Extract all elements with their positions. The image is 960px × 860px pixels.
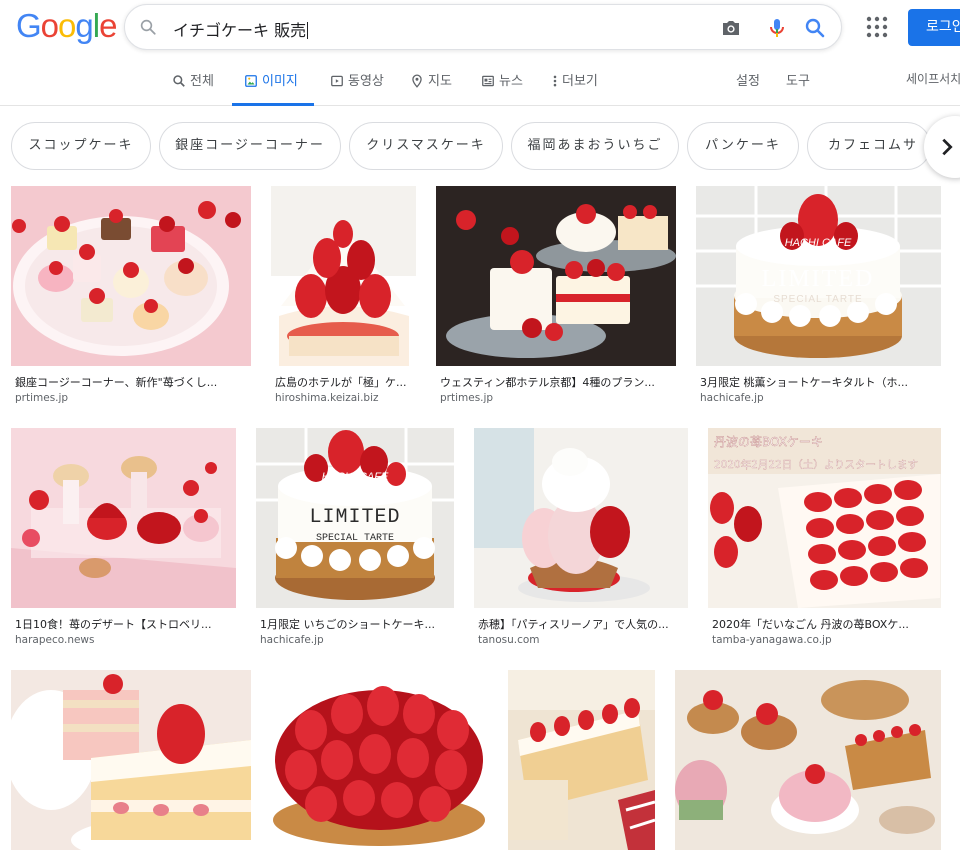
search-input[interactable]: イチゴケーキ 販売 [173, 17, 309, 41]
login-button[interactable]: 로그인 [908, 9, 960, 46]
result-thumbnail[interactable] [474, 428, 688, 608]
result-source[interactable]: tanosu.com [478, 634, 540, 646]
image-result[interactable]: 広島のホテルが「極」ケ... hiroshima.keizai.biz [271, 186, 416, 410]
image-result[interactable] [11, 670, 251, 850]
tab-videos-label: 동영상 [348, 74, 384, 89]
result-source[interactable]: tamba-yanagawa.co.jp [712, 634, 832, 646]
result-thumbnail[interactable]: 丹波の苺BOXケーキ 2020年2月22日（土）よりスタートします [708, 428, 941, 608]
result-thumbnail[interactable] [11, 670, 251, 850]
search-query-text: イチゴケーキ 販売 [173, 21, 307, 40]
month-text: MARCH [798, 253, 838, 265]
result-thumbnail[interactable] [11, 186, 251, 366]
result-thumbnail[interactable]: HACHI CAFE JANUARY LIMITED SPECIAL TARTE [256, 428, 454, 608]
tab-videos[interactable]: 동영상 [330, 70, 384, 106]
image-result[interactable] [675, 670, 941, 850]
special-tarte-text: SPECIAL TARTE [316, 533, 394, 544]
chips-next-button[interactable] [924, 116, 960, 178]
search-icon [139, 18, 157, 40]
tab-more[interactable]: 더보기 [552, 70, 598, 106]
result-source[interactable]: prtimes.jp [15, 392, 68, 404]
related-chip[interactable]: クリスマスケーキ [349, 122, 503, 170]
image-result[interactable]: 銀座コージーコーナー、新作"苺づくし... prtimes.jp [11, 186, 251, 410]
map-pin-icon [412, 74, 422, 88]
result-source[interactable]: prtimes.jp [440, 392, 493, 404]
related-chip[interactable]: パンケーキ [687, 122, 799, 170]
tools-link[interactable]: 도구 [786, 70, 810, 89]
settings-link[interactable]: 설정 [736, 70, 760, 89]
result-source[interactable]: harapeco.news [15, 634, 95, 646]
result-source[interactable]: hachicafe.jp [700, 392, 764, 404]
image-result[interactable] [508, 670, 655, 850]
related-chip[interactable]: スコップケーキ [11, 122, 151, 170]
tab-more-label: 더보기 [562, 74, 598, 89]
camera-icon[interactable] [719, 16, 743, 44]
tab-news-label: 뉴스 [499, 74, 523, 89]
result-caption[interactable]: 銀座コージーコーナー、新作"苺づくし... [15, 374, 247, 390]
text-caret [307, 22, 309, 39]
result-thumbnail[interactable] [508, 670, 655, 850]
tab-images[interactable]: 이미지 [232, 70, 314, 106]
tab-bar: 전체 이미지 동영상 지도 뉴스 더보기 설정 도구 세이프서치 [0, 56, 960, 106]
tab-maps[interactable]: 지도 [410, 70, 452, 106]
tab-images-label: 이미지 [262, 74, 298, 89]
search-icon [173, 75, 185, 87]
related-chip[interactable]: 銀座コージーコーナー [159, 122, 341, 170]
box-cake-title-text: 丹波の苺BOXケーキ [714, 435, 823, 449]
safesearch-link[interactable]: 세이프서치 [906, 70, 960, 87]
image-result[interactable]: 丹波の苺BOXケーキ 2020年2月22日（土）よりスタートします 2020年「… [708, 428, 941, 650]
google-logo[interactable]: Google [16, 8, 117, 44]
result-thumbnail[interactable]: HACHI CAFE MARCH LIMITED SPECIAL TARTE [696, 186, 941, 366]
news-icon [482, 75, 494, 87]
result-caption[interactable]: 2020年「だいなごん 丹波の苺BOXケ... [712, 616, 937, 632]
result-thumbnail[interactable] [675, 670, 941, 850]
result-source[interactable]: hiroshima.keizai.biz [275, 392, 379, 404]
limited-text: LIMITED [309, 506, 400, 529]
limited-text: LIMITED [762, 266, 875, 292]
result-caption[interactable]: 広島のホテルが「極」ケ... [275, 374, 412, 390]
image-result[interactable]: ウェスティン都ホテル京都】4種のプラン... prtimes.jp [436, 186, 676, 410]
month-text: JANUARY [331, 486, 380, 497]
result-caption[interactable]: 赤穂】「パティスリーノア」で人気の... [478, 616, 684, 632]
related-chip[interactable]: カフェコムサ [807, 122, 931, 170]
image-result[interactable]: HACHI CAFE JANUARY LIMITED SPECIAL TARTE… [256, 428, 454, 650]
image-icon [245, 75, 257, 87]
video-icon [331, 75, 343, 87]
search-box[interactable]: イチゴケーキ 販売 [124, 4, 842, 50]
result-caption[interactable]: ウェスティン都ホテル京都】4種のプラン... [440, 374, 672, 390]
result-caption[interactable]: 1月限定 いちごのショートケーキ... [260, 616, 450, 632]
result-caption[interactable]: 3月限定 桃薫ショートケーキタルト（ホ... [700, 374, 937, 390]
result-source[interactable]: hachicafe.jp [260, 634, 324, 646]
result-thumbnail[interactable] [271, 670, 488, 850]
box-cake-date-text: 2020年2月22日（土）よりスタートします [714, 458, 918, 471]
more-vert-icon [553, 75, 557, 87]
special-tarte-text: SPECIAL TARTE [773, 294, 862, 305]
tab-maps-label: 지도 [428, 74, 452, 89]
result-thumbnail[interactable] [436, 186, 676, 366]
related-chip[interactable]: 福岡あまおういちご [511, 122, 679, 170]
result-thumbnail[interactable] [271, 186, 416, 366]
tab-all-label: 전체 [190, 74, 214, 89]
microphone-icon[interactable] [765, 16, 789, 44]
result-thumbnail[interactable] [11, 428, 236, 608]
search-submit-icon[interactable] [803, 16, 827, 44]
chevron-right-icon [942, 138, 953, 156]
tab-all[interactable]: 전체 [172, 70, 214, 106]
apps-grid-icon[interactable] [866, 16, 888, 42]
image-result[interactable]: 1日10食！苺のデザート【ストロベリ... harapeco.news [11, 428, 236, 650]
image-result[interactable]: 赤穂】「パティスリーノア」で人気の... tanosu.com [474, 428, 688, 650]
cafe-name-text: HACHI CAFE [322, 471, 389, 483]
image-result[interactable]: HACHI CAFE MARCH LIMITED SPECIAL TARTE 3… [696, 186, 941, 410]
tab-news[interactable]: 뉴스 [481, 70, 523, 106]
cafe-name-text: HACHI CAFE [785, 237, 852, 249]
result-caption[interactable]: 1日10食！苺のデザート【ストロベリ... [15, 616, 232, 632]
image-result[interactable] [271, 670, 488, 850]
